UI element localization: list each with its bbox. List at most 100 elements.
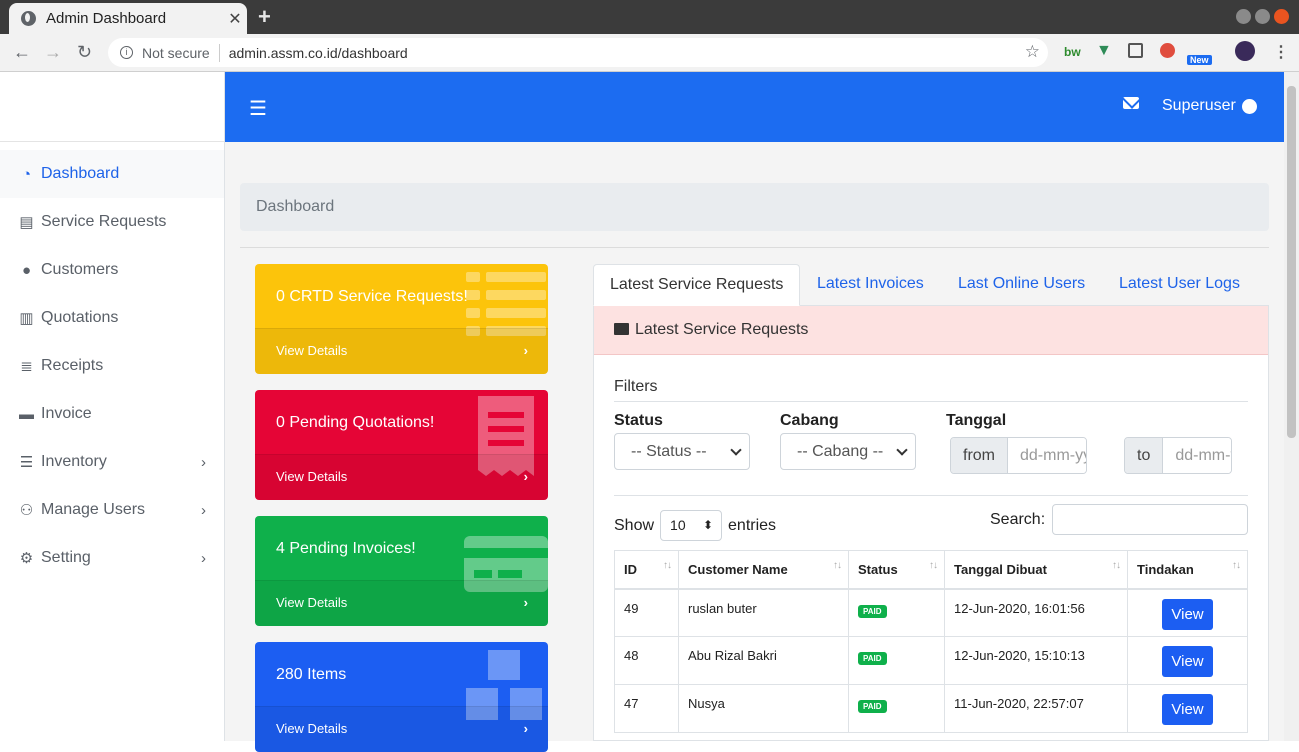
- new-tab-button[interactable]: +: [258, 4, 271, 30]
- column-header-tanggal-dibuat[interactable]: Tanggal Dibuat ↑↓: [944, 550, 1128, 590]
- reload-icon[interactable]: ↻: [77, 42, 92, 63]
- card-items: 280 Items View Details ›: [255, 642, 548, 752]
- view-details-link[interactable]: View Details ›: [255, 328, 548, 374]
- user-name: Superuser: [1162, 97, 1236, 114]
- maximize-button[interactable]: [1255, 9, 1270, 24]
- activity-panel: Latest Service Requests Latest Invoices …: [593, 264, 1269, 741]
- card-crtd-service-requests: 0 CRTD Service Requests! View Details ›: [255, 264, 548, 374]
- info-icon[interactable]: i: [120, 46, 133, 59]
- column-header-customer-name[interactable]: Customer Name ↑↓: [678, 550, 849, 590]
- sort-icon: ↑↓: [663, 560, 672, 571]
- cabang-select[interactable]: -- Cabang --: [780, 433, 916, 470]
- extension-box-icon[interactable]: [1128, 43, 1143, 58]
- entries-select[interactable]: 10: [660, 510, 723, 541]
- extension-vue-icon[interactable]: ▼: [1096, 42, 1112, 60]
- list-alt-icon: [614, 323, 629, 335]
- chevron-right-icon: ›: [523, 343, 528, 358]
- browser-menu-icon[interactable]: ⋮: [1273, 42, 1289, 62]
- date-to-input[interactable]: dd-mm-yyyy: [1163, 438, 1232, 473]
- sidebar-item-label: Dashboard: [41, 165, 120, 182]
- cell-id: 47: [614, 684, 679, 733]
- scrollbar-thumb[interactable]: [1287, 86, 1296, 438]
- column-header-status[interactable]: Status ↑↓: [848, 550, 945, 590]
- search-label: Search:: [990, 510, 1046, 528]
- users-cog-icon: ⚇: [19, 502, 34, 519]
- extension-color-icon[interactable]: [1160, 43, 1175, 58]
- close-window-button[interactable]: [1274, 9, 1289, 24]
- sort-icon: ↑↓: [1112, 560, 1121, 571]
- tab-latest-user-logs[interactable]: Latest User Logs: [1103, 264, 1256, 306]
- view-details-link[interactable]: View Details ›: [255, 454, 548, 500]
- sidebar-item-label: Quotations: [41, 309, 119, 326]
- cell-id: 49: [614, 588, 679, 637]
- view-details-link[interactable]: View Details ›: [255, 580, 548, 626]
- view-button[interactable]: View: [1162, 598, 1213, 630]
- date-to-group: to dd-mm-yyyy: [1124, 437, 1233, 474]
- cell-customer-name: Abu Rizal Bakri: [678, 636, 849, 685]
- cell-date: 12-Jun-2020, 16:01:56: [944, 588, 1128, 637]
- chevron-right-icon: ›: [201, 549, 206, 567]
- sidebar-item-setting[interactable]: ⚙ Setting ›: [0, 534, 224, 582]
- tab-close-icon[interactable]: ✕: [223, 9, 247, 29]
- date-from-group: from dd-mm-yyyy: [950, 437, 1087, 474]
- view-button[interactable]: View: [1162, 694, 1213, 725]
- profile-avatar[interactable]: [1235, 41, 1255, 61]
- column-header-tindakan[interactable]: Tindakan ↑↓: [1127, 550, 1248, 590]
- user-menu[interactable]: Superuser: [1162, 97, 1257, 115]
- header-label: Tanggal Dibuat: [954, 561, 1047, 577]
- table-row: 48 Abu Rizal Bakri PAID 12-Jun-2020, 15:…: [614, 636, 1248, 685]
- tachometer-icon: ◔: [21, 165, 32, 183]
- bookmark-star-icon[interactable]: ☆: [1025, 42, 1040, 62]
- envelope-icon[interactable]: [1123, 97, 1139, 109]
- status-select[interactable]: -- Status --: [614, 433, 750, 470]
- from-addon: from: [951, 438, 1008, 473]
- cell-customer-name: ruslan buter: [678, 588, 849, 637]
- sort-icon: ↑↓: [929, 560, 938, 571]
- sidebar-item-invoice[interactable]: ▬ Invoice: [0, 390, 224, 438]
- minimize-button[interactable]: [1236, 9, 1251, 24]
- header-label: Tindakan: [1137, 561, 1194, 577]
- sidebar-item-quotations[interactable]: ▥ Quotations: [0, 294, 224, 342]
- sidebar-item-inventory[interactable]: ☰ Inventory ›: [0, 438, 224, 486]
- gear-icon: ⚙: [19, 550, 34, 567]
- sidebar-item-service-requests[interactable]: ▤ Service Requests: [0, 198, 224, 246]
- back-arrow-icon[interactable]: ←: [13, 42, 31, 63]
- divider: [614, 401, 1248, 402]
- extension-new-badge[interactable]: New: [1187, 55, 1212, 65]
- card-title: 4 Pending Invoices!: [276, 540, 416, 557]
- date-from-input[interactable]: dd-mm-yyyy: [1008, 438, 1086, 473]
- card-pending-invoices: 4 Pending Invoices! View Details ›: [255, 516, 548, 626]
- user-circle-icon: ●: [21, 261, 32, 279]
- card-title: 0 Pending Quotations!: [276, 414, 435, 431]
- column-header-id[interactable]: ID ↑↓: [614, 550, 679, 590]
- view-button[interactable]: View: [1162, 646, 1213, 677]
- browser-tab[interactable]: Admin Dashboard ✕: [9, 3, 247, 34]
- entries-control: Show 10 entries: [614, 510, 776, 541]
- sidebar-item-customers[interactable]: ● Customers: [0, 246, 224, 294]
- sort-icon: ↑↓: [1232, 560, 1241, 571]
- tab-latest-service-requests[interactable]: Latest Service Requests: [593, 264, 801, 306]
- divider: [240, 247, 1269, 248]
- tab-last-online-users[interactable]: Last Online Users: [942, 264, 1101, 306]
- panel-title: Latest Service Requests: [635, 321, 809, 338]
- tab-latest-invoices[interactable]: Latest Invoices: [801, 264, 940, 306]
- sidebar-item-manage-users[interactable]: ⚇ Manage Users ›: [0, 486, 224, 534]
- browser-tabstrip: Admin Dashboard ✕ +: [0, 0, 1299, 34]
- sidebar-item-receipts[interactable]: ≣ Receipts: [0, 342, 224, 390]
- sidebar-item-label: Service Requests: [41, 213, 167, 230]
- chevron-right-icon: ›: [523, 469, 528, 484]
- page-scrollbar[interactable]: [1284, 72, 1299, 741]
- tab-title: Admin Dashboard: [46, 10, 167, 27]
- extension-bw-icon[interactable]: bw: [1064, 45, 1081, 59]
- cabang-label: Cabang: [780, 412, 839, 429]
- forward-arrow-icon[interactable]: →: [44, 42, 62, 63]
- hamburger-menu-icon[interactable]: ☰: [249, 96, 267, 121]
- header-label: Status: [858, 561, 898, 577]
- sidebar-item-label: Setting: [41, 549, 91, 566]
- sidebar-item-dashboard[interactable]: ◔ Dashboard: [0, 150, 224, 198]
- search-input[interactable]: [1052, 504, 1249, 535]
- table-row: 47 Nusya PAID 11-Jun-2020, 22:57:07 View: [614, 684, 1248, 733]
- address-bar[interactable]: i Not secure admin.assm.co.id/dashboard …: [108, 38, 1048, 67]
- url-text[interactable]: admin.assm.co.id/dashboard: [229, 45, 408, 61]
- view-details-link[interactable]: View Details ›: [255, 706, 548, 752]
